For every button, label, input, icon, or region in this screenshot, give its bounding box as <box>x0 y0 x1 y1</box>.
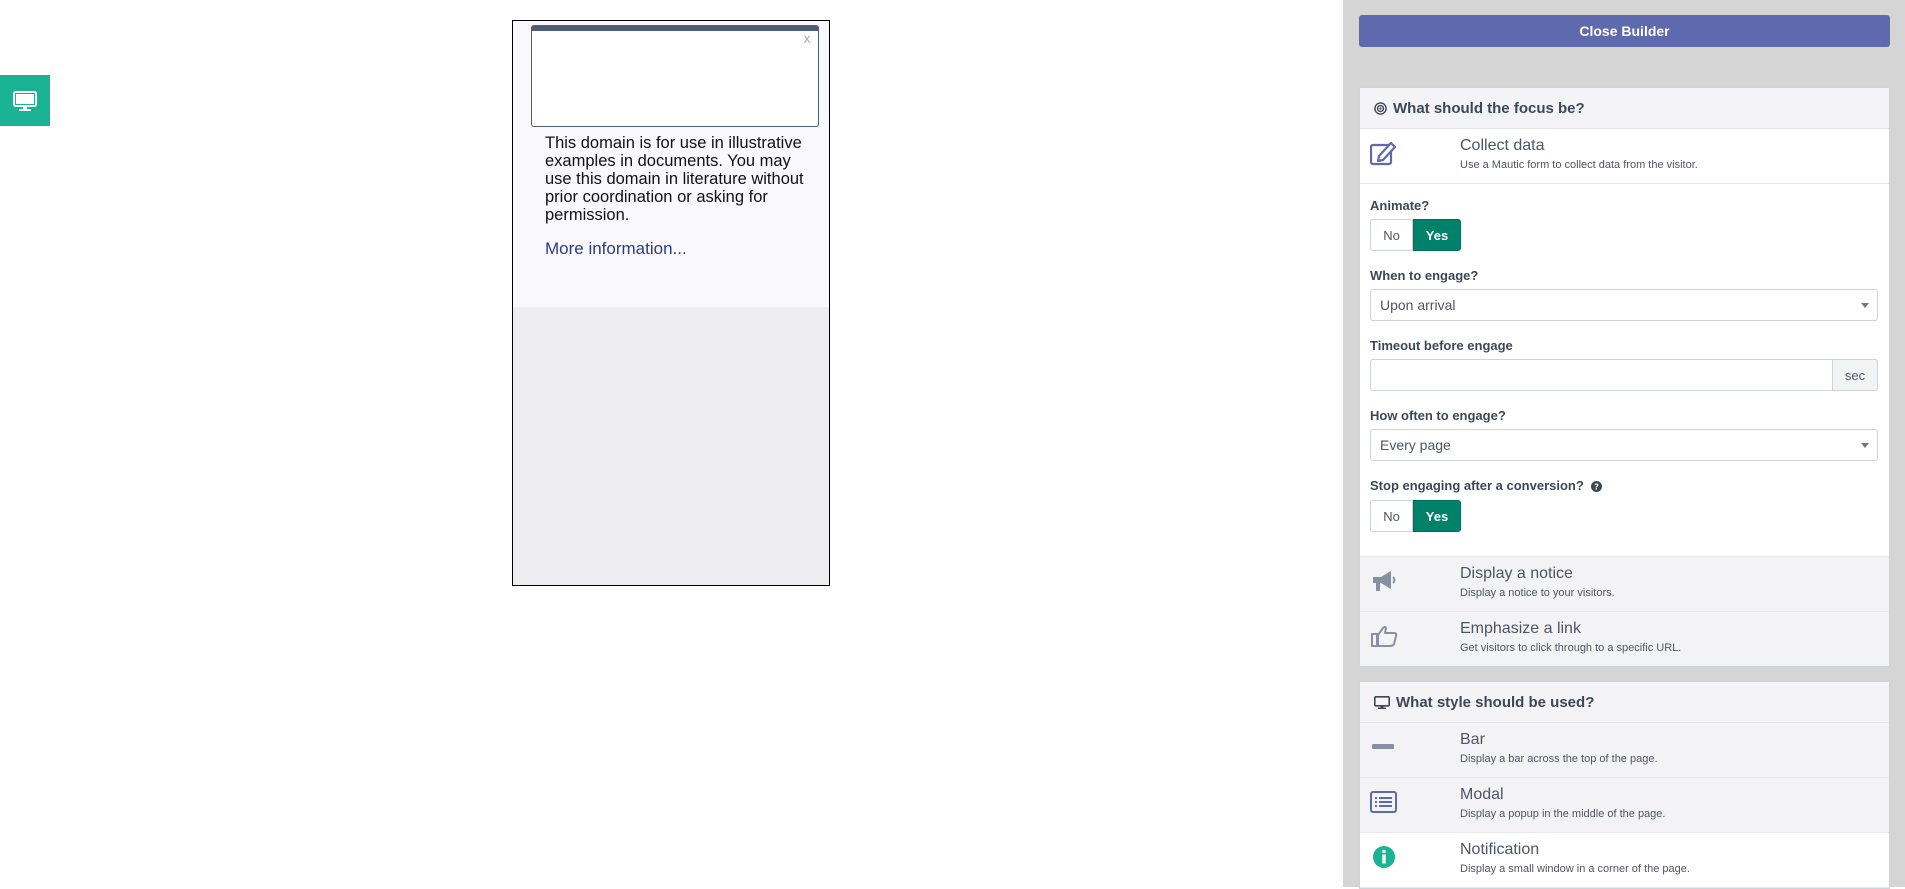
focus-option-display-notice[interactable]: Display a notice Display a notice to you… <box>1360 557 1889 612</box>
bullseye-icon <box>1374 101 1387 115</box>
focus-preview-modal: x <box>531 25 819 127</box>
focus-panel: What should the focus be? Collect data U… <box>1359 87 1890 667</box>
style-panel-header: What style should be used? <box>1360 682 1889 723</box>
option-description: Display a bar across the top of the page… <box>1460 753 1658 765</box>
preview-paragraph: This domain is for use in illustrative e… <box>545 134 804 224</box>
style-option-modal[interactable]: Modal Display a popup in the middle of t… <box>1360 778 1889 833</box>
option-description: Display a small window in a corner of th… <box>1460 863 1690 875</box>
bar-icon <box>1370 733 1398 761</box>
option-title: Modal <box>1460 786 1504 803</box>
preview-frame: x This domain is for use in illustrative… <box>512 20 830 586</box>
style-panel-title: What style should be used? <box>1396 693 1595 711</box>
hand-pointer-icon <box>1370 622 1398 650</box>
focus-option-collect-data[interactable]: Collect data Use a Mautic form to collec… <box>1360 129 1889 184</box>
desktop-icon <box>13 90 37 111</box>
focus-panel-header: What should the focus be? <box>1360 88 1889 129</box>
edit-icon <box>1370 139 1398 167</box>
animate-no-button[interactable]: No <box>1370 219 1413 251</box>
style-option-notification[interactable]: Notification Display a small window in a… <box>1360 833 1889 888</box>
megaphone-icon <box>1370 567 1398 595</box>
info-circle-icon <box>1370 843 1398 871</box>
stop-engaging-text: Stop engaging after a conversion? <box>1370 478 1584 493</box>
option-title: Bar <box>1460 731 1485 748</box>
stop-engaging-toggle: No Yes <box>1370 500 1461 532</box>
stop-engaging-yes-button[interactable]: Yes <box>1413 500 1461 532</box>
animate-label: Animate? <box>1370 198 1430 213</box>
close-builder-button[interactable]: Close Builder <box>1359 15 1890 47</box>
desktop-view-toggle[interactable] <box>0 75 50 126</box>
option-title: Collect data <box>1460 137 1545 154</box>
focus-panel-title: What should the focus be? <box>1393 99 1585 117</box>
caret-down-icon <box>1861 443 1869 448</box>
how-often-select[interactable]: Every page <box>1370 429 1878 461</box>
how-often-value: Every page <box>1380 437 1451 453</box>
timeout-label: Timeout before engage <box>1370 338 1513 353</box>
collect-data-settings: Animate? No Yes When to engage? Upon arr… <box>1360 184 1889 557</box>
style-option-bar[interactable]: Bar Display a bar across the top of the … <box>1360 723 1889 778</box>
when-to-engage-label: When to engage? <box>1370 268 1479 283</box>
option-description: Display a popup in the middle of the pag… <box>1460 808 1666 820</box>
stop-engaging-no-button[interactable]: No <box>1370 500 1413 532</box>
svg-text:?: ? <box>1595 481 1600 491</box>
option-title: Notification <box>1460 841 1540 858</box>
style-panel: What style should be used? Bar Display a… <box>1359 681 1890 889</box>
focus-option-emphasize-link[interactable]: Emphasize a link Get visitors to click t… <box>1360 612 1889 666</box>
close-icon[interactable]: x <box>803 32 811 47</box>
timeout-input[interactable] <box>1370 359 1833 391</box>
desktop-icon <box>1374 695 1390 709</box>
option-description: Use a Mautic form to collect data from t… <box>1460 159 1698 171</box>
when-to-engage-value: Upon arrival <box>1380 297 1456 313</box>
question-circle-icon[interactable]: ? <box>1591 481 1603 493</box>
how-often-label: How often to engage? <box>1370 408 1506 423</box>
animate-yes-button[interactable]: Yes <box>1413 219 1461 251</box>
caret-down-icon <box>1861 303 1869 308</box>
stop-engaging-label: Stop engaging after a conversion? ? <box>1370 478 1603 493</box>
list-alt-icon <box>1370 788 1398 816</box>
more-information-link[interactable]: More information... <box>545 239 687 259</box>
animate-toggle: No Yes <box>1370 219 1461 251</box>
timeout-unit: sec <box>1833 359 1878 391</box>
when-to-engage-select[interactable]: Upon arrival <box>1370 289 1878 321</box>
option-title: Emphasize a link <box>1460 620 1581 637</box>
option-description: Display a notice to your visitors. <box>1460 587 1615 599</box>
option-title: Display a notice <box>1460 565 1573 582</box>
option-description: Get visitors to click through to a speci… <box>1460 642 1682 654</box>
timeout-input-group: sec <box>1370 359 1878 391</box>
